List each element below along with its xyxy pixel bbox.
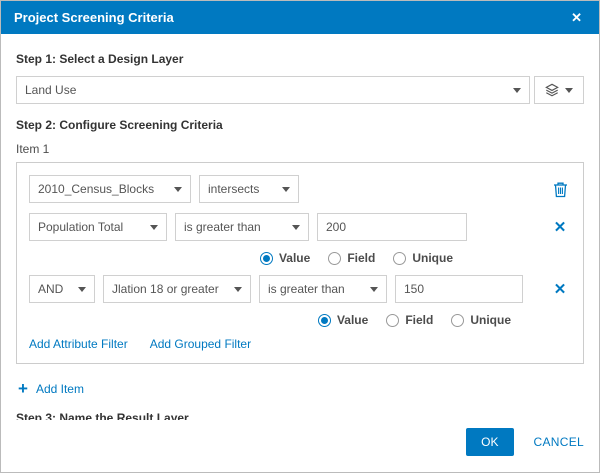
chevron-down-icon — [513, 88, 521, 93]
radio-selected-icon — [260, 252, 273, 265]
filter1-radio-row: Value Field Unique — [29, 251, 571, 265]
filter1-field-select-value: Population Total — [38, 220, 142, 234]
add-grouped-filter-link[interactable]: Add Grouped Filter — [150, 337, 251, 351]
chevron-down-icon — [150, 225, 158, 230]
filter2-logic-select[interactable]: AND — [29, 275, 95, 303]
filter2-radio-row: Value Field Unique — [29, 313, 571, 327]
plus-icon: + — [18, 380, 28, 397]
radio-unselected-icon — [386, 314, 399, 327]
filter2-operator-select-value: is greater than — [268, 282, 362, 296]
attribute-filter-row-2: AND Jlation 18 or greater is greater tha… — [29, 275, 571, 303]
chevron-down-icon — [174, 187, 182, 192]
remove-filter-icon[interactable]: ✕ — [549, 278, 571, 300]
filter1-value-input[interactable] — [317, 213, 467, 241]
filter2-operator-select[interactable]: is greater than — [259, 275, 387, 303]
filter2-radio-field[interactable]: Field — [386, 313, 433, 327]
design-layer-select-value: Land Use — [25, 83, 505, 97]
ok-button[interactable]: OK — [466, 428, 513, 456]
chevron-down-icon — [234, 287, 242, 292]
radio-selected-icon — [318, 314, 331, 327]
cancel-button[interactable]: CANCEL — [534, 435, 584, 449]
filter2-field-select[interactable]: Jlation 18 or greater — [103, 275, 251, 303]
add-item-label: Add Item — [36, 382, 84, 396]
dialog-header: Project Screening Criteria ✕ — [1, 1, 599, 34]
trash-icon[interactable] — [549, 178, 571, 200]
radio-label: Value — [337, 313, 368, 327]
dialog-title: Project Screening Criteria — [14, 10, 567, 25]
filter1-operator-select-value: is greater than — [184, 220, 284, 234]
filter1-radio-unique[interactable]: Unique — [393, 251, 453, 265]
project-screening-criteria-dialog: Project Screening Criteria ✕ Step 1: Sel… — [0, 0, 600, 473]
chevron-down-icon — [282, 187, 290, 192]
radio-unselected-icon — [451, 314, 464, 327]
step3-label: Step 3: Name the Result Layer — [16, 411, 584, 420]
add-attribute-filter-link[interactable]: Add Attribute Filter — [29, 337, 128, 351]
add-item-button[interactable]: + Add Item — [18, 380, 584, 397]
chevron-down-icon — [370, 287, 378, 292]
remove-filter-icon[interactable]: ✕ — [549, 216, 571, 238]
radio-label: Unique — [412, 251, 453, 265]
step1-label: Step 1: Select a Design Layer — [16, 52, 584, 66]
radio-unselected-icon — [393, 252, 406, 265]
item-label: Item 1 — [16, 142, 584, 156]
design-layer-select[interactable]: Land Use — [16, 76, 530, 104]
filter1-radio-value[interactable]: Value — [260, 251, 310, 265]
radio-label: Field — [347, 251, 375, 265]
filter2-radio-value[interactable]: Value — [318, 313, 368, 327]
screening-item-box: 2010_Census_Blocks intersects — [16, 162, 584, 364]
spatial-operator-select-value: intersects — [208, 182, 274, 196]
chevron-down-icon — [292, 225, 300, 230]
attribute-filter-row-1: Population Total is greater than ✕ — [29, 213, 571, 241]
layer-options-button[interactable] — [534, 76, 584, 104]
filter2-value-input[interactable] — [395, 275, 523, 303]
spatial-operator-select[interactable]: intersects — [199, 175, 299, 203]
filter1-operator-select[interactable]: is greater than — [175, 213, 309, 241]
criteria-layer-select[interactable]: 2010_Census_Blocks — [29, 175, 191, 203]
filter2-field-select-value: Jlation 18 or greater — [112, 282, 226, 296]
radio-label: Field — [405, 313, 433, 327]
criteria-layer-select-value: 2010_Census_Blocks — [38, 182, 166, 196]
filter1-field-select[interactable]: Population Total — [29, 213, 167, 241]
filter2-radio-unique[interactable]: Unique — [451, 313, 511, 327]
filter2-logic-select-value: AND — [38, 282, 70, 296]
chevron-down-icon — [565, 88, 573, 93]
radio-label: Value — [279, 251, 310, 265]
filter-links-row: Add Attribute Filter Add Grouped Filter — [29, 337, 571, 351]
filter1-radio-field[interactable]: Field — [328, 251, 375, 265]
radio-label: Unique — [470, 313, 511, 327]
close-icon[interactable]: ✕ — [567, 9, 586, 26]
dialog-body: Step 1: Select a Design Layer Land Use S… — [1, 34, 599, 420]
dialog-footer: OK CANCEL — [1, 420, 599, 472]
design-layer-row: Land Use — [16, 76, 584, 104]
radio-unselected-icon — [328, 252, 341, 265]
chevron-down-icon — [78, 287, 86, 292]
spatial-filter-row: 2010_Census_Blocks intersects — [29, 175, 571, 203]
layers-icon — [545, 83, 559, 97]
step2-label: Step 2: Configure Screening Criteria — [16, 118, 584, 132]
